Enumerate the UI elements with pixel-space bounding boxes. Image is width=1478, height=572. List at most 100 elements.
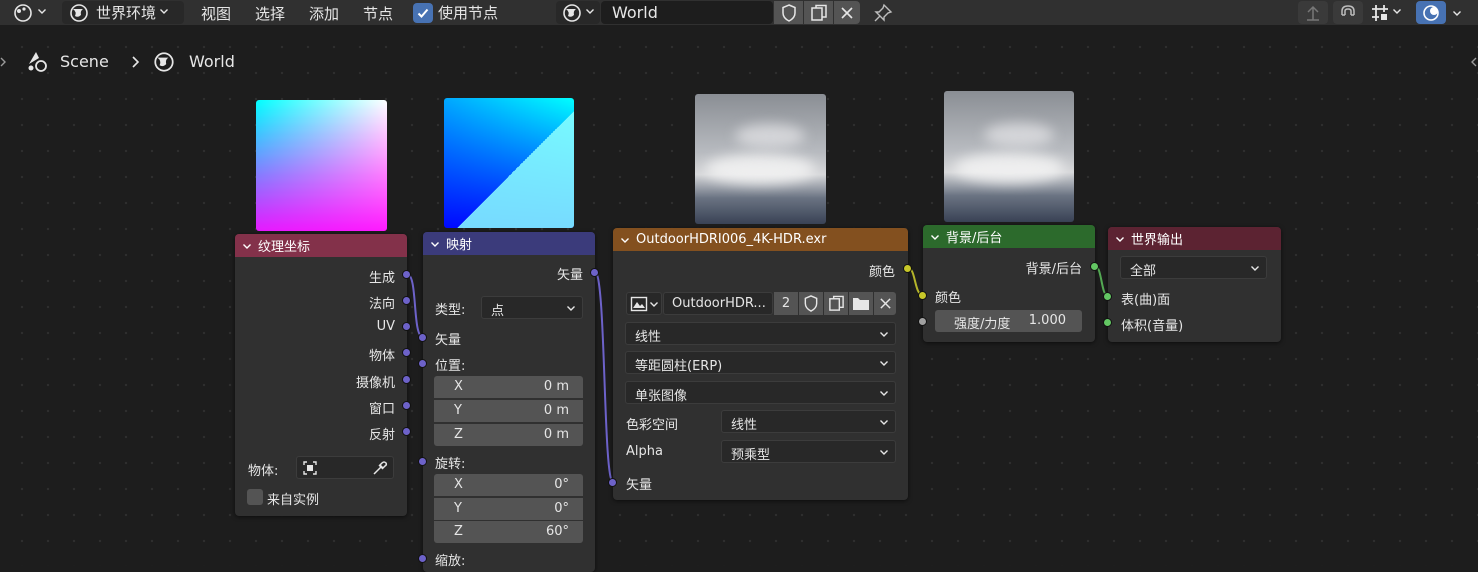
mapping-node[interactable]: 映射 矢量 类型: 点 矢量 位置: X0 m Y0 m Z0 m 旋转: X0… <box>423 232 595 572</box>
close-icon <box>880 298 891 309</box>
location-x-field[interactable]: X0 m <box>434 376 583 398</box>
rotation-label: 旋转: <box>435 457 466 472</box>
node-title: 世界输出 <box>1131 233 1184 248</box>
rotation-y-field[interactable]: Y 0° <box>434 498 583 520</box>
socket-background-color-in[interactable] <box>918 291 927 300</box>
image-open-button[interactable] <box>849 292 873 315</box>
alpha-label: Alpha <box>626 444 663 459</box>
vector-input-label: 矢量 <box>435 333 462 348</box>
colorspace-label: 色彩空间 <box>626 418 679 433</box>
socket-envtex-vector-in[interactable] <box>608 478 617 487</box>
volume-input-label: 体积(音量) <box>1121 319 1184 334</box>
render-target-dropdown[interactable]: 全部 <box>1120 256 1267 279</box>
image-fake-user-button[interactable] <box>799 292 823 315</box>
colorspace-dropdown[interactable]: 线性 <box>721 410 896 433</box>
output-label: 物体 <box>368 349 395 364</box>
background-node[interactable]: 背景/后台 背景/后台 颜色 强度/力度 1.000 <box>923 225 1095 342</box>
chevron-down-icon <box>880 420 888 425</box>
environment-texture-node[interactable]: OutdoorHDRI006_4K-HDR.exr 颜色 OutdoorHDR.… <box>613 228 908 500</box>
output-label: UV <box>376 319 395 334</box>
object-field[interactable] <box>296 456 394 479</box>
collapse-chevron-icon[interactable] <box>242 241 252 251</box>
color-input-label: 颜色 <box>935 291 962 306</box>
rotation-x-field[interactable]: X 0° <box>434 474 583 496</box>
socket-envtex-color-out[interactable] <box>903 264 912 273</box>
source-dropdown[interactable]: 单张图像 <box>625 381 896 404</box>
link-mapping-to-envtex <box>594 271 614 483</box>
surface-input-label: 表(曲)面 <box>1121 293 1171 308</box>
chevron-down-icon <box>567 306 575 311</box>
chevron-down-icon <box>880 361 888 366</box>
image-unlink-button[interactable] <box>874 292 896 315</box>
chevron-down-icon <box>880 450 888 455</box>
socket-background-strength-in[interactable] <box>918 317 927 326</box>
strength-label: 强度/力度 <box>954 317 1011 332</box>
node-header[interactable]: 世界输出 <box>1108 227 1281 250</box>
socket-uv[interactable] <box>402 322 411 331</box>
node-header[interactable]: 映射 <box>423 232 595 255</box>
output-label: 生成 <box>368 271 395 286</box>
dropdown-value: 点 <box>491 304 505 319</box>
chevron-down-icon <box>880 391 888 396</box>
node-header[interactable]: 背景/后台 <box>923 225 1095 248</box>
node-title: OutdoorHDRI006_4K-HDR.exr <box>636 232 827 247</box>
node-title: 背景/后台 <box>946 231 1003 246</box>
vector-input-label: 矢量 <box>626 478 653 493</box>
collapse-chevron-icon[interactable] <box>1115 234 1125 244</box>
world-output-node[interactable]: 世界输出 全部 表(曲)面 体积(音量) <box>1108 227 1281 342</box>
collapse-chevron-icon[interactable] <box>620 235 630 245</box>
location-z-field[interactable]: Z0 m <box>434 424 583 446</box>
fake-user-shield-icon <box>804 295 818 312</box>
node-header[interactable]: 纹理坐标 <box>235 234 407 257</box>
image-name-field[interactable]: OutdoorHDR... <box>663 292 773 315</box>
object-label: 物体: <box>248 464 279 479</box>
projection-dropdown[interactable]: 等距圆柱(ERP) <box>625 351 896 374</box>
from-instancer-checkbox[interactable] <box>247 489 263 505</box>
mapping-type-dropdown[interactable]: 点 <box>481 296 583 319</box>
rotation-z-field[interactable]: Z 60° <box>434 521 583 543</box>
socket-reflection[interactable] <box>402 427 411 436</box>
collapse-chevron-icon[interactable] <box>930 232 940 242</box>
collapse-chevron-icon[interactable] <box>430 239 440 249</box>
socket-mapping-vector-out[interactable] <box>590 268 599 277</box>
chevron-down-icon <box>880 332 888 337</box>
interpolation-dropdown[interactable]: 线性 <box>625 322 896 345</box>
background-preview <box>944 91 1074 222</box>
socket-normal[interactable] <box>402 296 411 305</box>
socket-output-surface-in[interactable] <box>1103 292 1112 301</box>
texture-coordinate-node[interactable]: 纹理坐标 生成 法向 UV 物体 摄像机 窗口 反射 物体: 来自实例 <box>235 234 407 516</box>
strength-field[interactable]: 强度/力度 1.000 <box>935 310 1082 332</box>
node-header[interactable]: OutdoorHDRI006_4K-HDR.exr <box>613 228 908 251</box>
socket-output-volume-in[interactable] <box>1103 318 1112 327</box>
socket-mapping-location-in[interactable] <box>418 359 427 368</box>
socket-mapping-rotation-in[interactable] <box>418 457 427 466</box>
socket-camera[interactable] <box>402 375 411 384</box>
output-label: 窗口 <box>368 402 395 417</box>
image-duplicate-button[interactable] <box>824 292 848 315</box>
node-title: 映射 <box>446 238 473 253</box>
location-label: 位置: <box>435 359 466 374</box>
location-y-field[interactable]: Y0 m <box>434 400 583 422</box>
folder-icon <box>853 298 869 310</box>
duplicate-icon <box>829 295 844 311</box>
alpha-dropdown[interactable]: 预乘型 <box>721 440 896 463</box>
image-browse-button[interactable] <box>626 292 662 315</box>
socket-generated[interactable] <box>402 270 411 279</box>
mapping-preview <box>444 98 574 228</box>
socket-mapping-vector-in[interactable] <box>418 333 427 342</box>
output-label: 反射 <box>368 428 395 443</box>
object-icon <box>303 461 317 475</box>
output-label: 摄像机 <box>355 376 395 391</box>
tex-coord-preview <box>256 100 387 231</box>
socket-object[interactable] <box>402 348 411 357</box>
socket-background-out[interactable] <box>1090 262 1099 271</box>
eyedropper-icon[interactable] <box>371 459 389 477</box>
output-label: 矢量 <box>556 268 583 283</box>
socket-mapping-scale-in[interactable] <box>418 554 427 563</box>
scale-label: 缩放: <box>435 554 466 569</box>
socket-window[interactable] <box>402 401 411 410</box>
image-icon <box>630 296 648 312</box>
image-users-count[interactable]: 2 <box>774 292 798 315</box>
output-label: 背景/后台 <box>1025 262 1082 277</box>
type-label: 类型: <box>435 303 466 318</box>
